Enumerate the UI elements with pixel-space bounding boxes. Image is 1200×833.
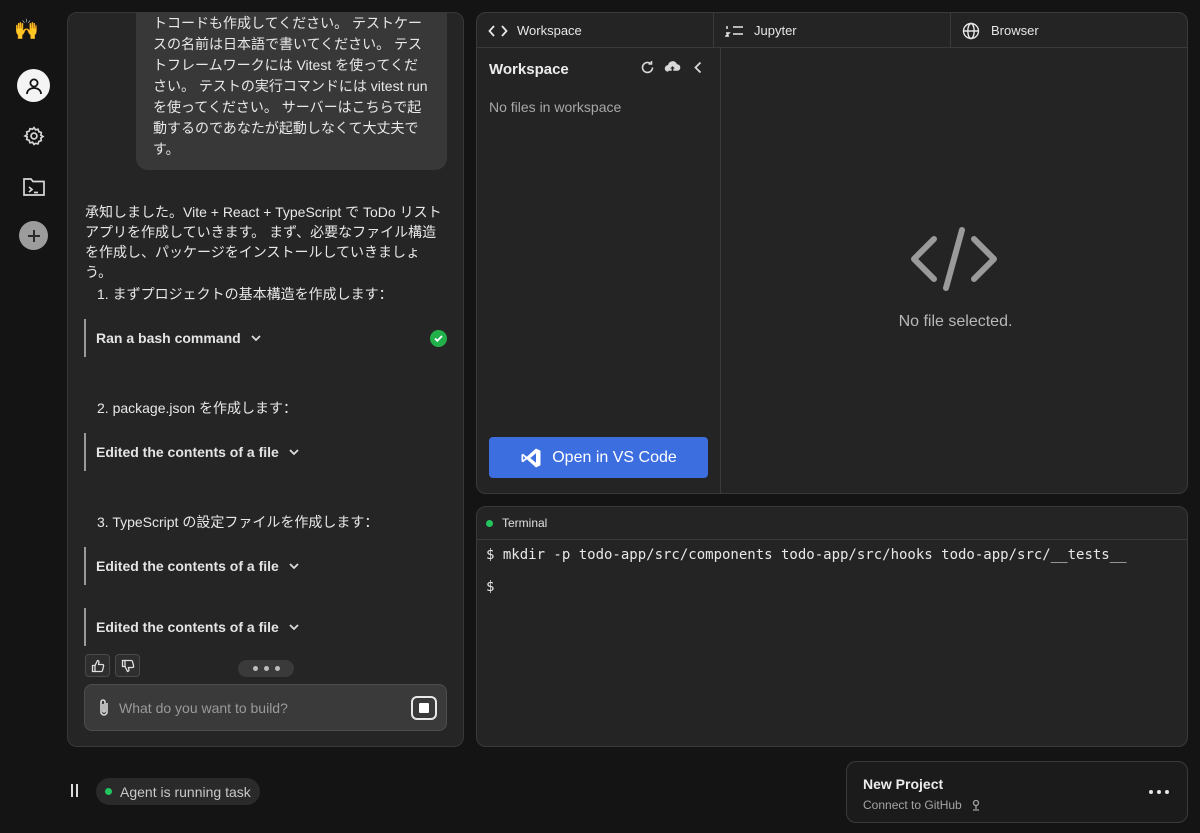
github-connect-icon <box>970 799 982 811</box>
open-vscode-label: Open in VS Code <box>552 448 677 466</box>
code-placeholder-icon <box>908 224 1000 299</box>
cloud-upload-icon[interactable] <box>664 59 681 76</box>
tab-label: Workspace <box>517 23 582 38</box>
left-rail: 🙌 <box>0 0 66 833</box>
code-icon <box>488 22 510 40</box>
tool-call-bash[interactable]: Ran a bash command <box>84 319 447 357</box>
chevron-down-icon <box>287 620 301 634</box>
terminal-prompt: $ <box>486 579 495 595</box>
file-tree-title: Workspace <box>489 61 569 78</box>
settings-gear-icon[interactable] <box>19 121 48 150</box>
step-label: 3. TypeScript の設定ファイルを作成します： <box>97 514 379 530</box>
pause-icon[interactable] <box>71 784 83 798</box>
new-project-plus-icon[interactable] <box>19 221 48 250</box>
file-tree-actions <box>639 59 706 76</box>
chevron-down-icon <box>287 559 301 573</box>
globe-icon <box>962 22 984 40</box>
chat-input[interactable] <box>119 699 399 716</box>
chat-composer[interactable] <box>84 684 447 731</box>
terminal-header: Terminal <box>477 507 1187 540</box>
success-check-icon <box>430 329 447 347</box>
chevron-down-icon <box>287 445 301 459</box>
stop-button[interactable] <box>411 696 437 720</box>
workspace-tabs: Workspace Jupyter Browser <box>477 13 1187 48</box>
thumbs-up-icon[interactable] <box>85 654 110 677</box>
file-tree: Workspace No files in workspace Open in … <box>477 48 721 493</box>
tab-label: Jupyter <box>754 23 797 38</box>
terminal-panel[interactable]: Terminal $ mkdir -p todo-app/src/compone… <box>476 506 1188 747</box>
paperclip-icon[interactable] <box>97 698 111 718</box>
typing-indicator <box>238 660 294 677</box>
terminal-title: Terminal <box>502 516 548 530</box>
terminal-line: $ mkdir -p todo-app/src/components todo-… <box>486 547 1127 563</box>
tool-call-label: Edited the contents of a file <box>96 619 279 635</box>
assistant-message: 承知しました。Vite + React + TypeScript で ToDo … <box>85 204 442 280</box>
tab-jupyter[interactable]: Jupyter <box>714 13 951 48</box>
chat-panel: トコードも作成してください。 テストケースの名前は日本語で書いてください。 テス… <box>67 12 464 747</box>
list-icon <box>725 22 747 40</box>
chevron-down-icon <box>249 331 263 345</box>
collapse-chevron-left-icon[interactable] <box>689 59 706 76</box>
user-message-bubble: トコードも作成してください。 テストケースの名前は日本語で書いてください。 テス… <box>136 13 447 170</box>
project-name: New Project <box>863 776 944 792</box>
tool-call-edit-file[interactable]: Edited the contents of a file <box>84 547 447 585</box>
more-options-icon[interactable] <box>1149 790 1169 794</box>
file-viewer: No file selected. <box>722 48 1187 493</box>
step-label: 2. package.json を作成します： <box>97 400 297 416</box>
empty-files-message: No files in workspace <box>489 99 622 115</box>
no-file-selected-message: No file selected. <box>898 313 1013 330</box>
connect-github-label: Connect to GitHub <box>863 798 962 812</box>
vscode-icon <box>520 447 542 469</box>
tool-call-label: Ran a bash command <box>96 330 241 346</box>
open-vscode-button[interactable]: Open in VS Code <box>489 437 708 478</box>
thumbs-down-icon[interactable] <box>115 654 140 677</box>
step-label: 1. まずプロジェクトの基本構造を作成します： <box>97 286 393 302</box>
tool-call-edit-file[interactable]: Edited the contents of a file <box>84 433 447 471</box>
tool-call-label: Edited the contents of a file <box>96 558 279 574</box>
user-avatar-icon[interactable] <box>17 69 50 102</box>
tool-call-edit-file[interactable]: Edited the contents of a file <box>84 608 447 646</box>
tab-label: Browser <box>991 23 1039 38</box>
folder-terminal-icon[interactable] <box>19 172 48 201</box>
project-card[interactable]: New Project Connect to GitHub <box>846 761 1188 823</box>
agent-status-text: Agent is running task <box>120 783 251 800</box>
refresh-icon[interactable] <box>639 59 656 76</box>
workspace-panel: Workspace Jupyter Browser Workspace No f… <box>476 12 1188 494</box>
agent-status-badge: Agent is running task <box>96 778 260 805</box>
status-dot <box>105 788 112 795</box>
connect-github-link[interactable]: Connect to GitHub <box>863 798 982 812</box>
stop-icon <box>419 703 429 713</box>
app-logo[interactable]: 🙌 <box>14 18 39 42</box>
tool-call-label: Edited the contents of a file <box>96 444 279 460</box>
tab-workspace[interactable]: Workspace <box>477 13 714 48</box>
terminal-status-dot <box>486 519 493 527</box>
tab-browser[interactable]: Browser <box>951 13 1187 48</box>
